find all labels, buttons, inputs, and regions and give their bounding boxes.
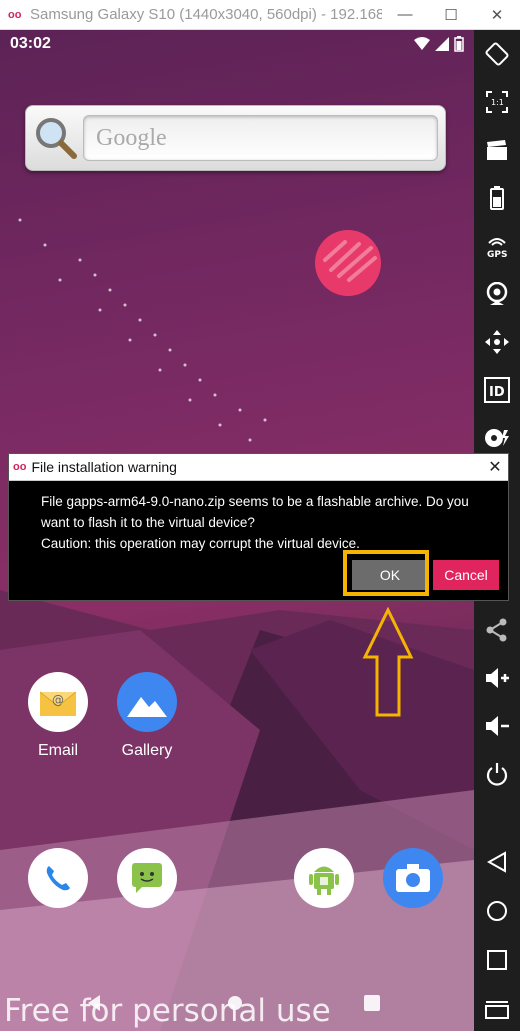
android-app-icon[interactable] <box>294 848 354 908</box>
wallpaper-sun <box>315 230 381 296</box>
power-icon[interactable] <box>474 754 520 794</box>
window-title: Samsung Galaxy S10 (1440x3040, 560dpi) -… <box>30 6 382 23</box>
messaging-app-icon[interactable] <box>117 848 177 908</box>
volume-down-icon[interactable] <box>474 706 520 746</box>
svg-text:@: @ <box>52 693 64 707</box>
wifi-icon <box>414 37 430 50</box>
search-input[interactable]: Google <box>83 115 438 161</box>
dialog-message-line: Caution: this operation may corrupt the … <box>41 536 360 551</box>
status-time: 03:02 <box>10 35 51 52</box>
search-icon <box>36 118 77 159</box>
battery-control-icon[interactable] <box>474 178 520 218</box>
webcam-icon[interactable] <box>474 274 520 314</box>
signal-icon <box>435 37 449 51</box>
media-icon[interactable] <box>474 418 520 458</box>
genymotion-logo-icon: oo <box>13 461 27 473</box>
phone-app-icon[interactable] <box>28 848 88 908</box>
minimize-button[interactable]: — <box>382 0 428 30</box>
google-search-widget[interactable]: Google <box>25 105 446 171</box>
screencast-icon[interactable] <box>474 130 520 170</box>
identity-icon[interactable]: ID <box>474 370 520 410</box>
home-icon[interactable] <box>474 891 520 931</box>
dialog-titlebar: oo File installation warning ✕ <box>9 454 508 481</box>
move-icon[interactable] <box>474 322 520 362</box>
camera-app-icon[interactable] <box>383 848 443 908</box>
highlight-arrow-icon <box>362 607 414 717</box>
rotate-icon[interactable] <box>474 34 520 74</box>
window-titlebar: oo Samsung Galaxy S10 (1440x3040, 560dpi… <box>0 0 520 30</box>
gallery-icon <box>117 672 177 732</box>
volume-up-icon[interactable] <box>474 658 520 698</box>
file-installation-warning-dialog: oo File installation warning ✕ File gapp… <box>8 453 509 601</box>
watermark-text: Free for personal use <box>4 993 331 1029</box>
fullscreen-icon[interactable]: 1:1 <box>474 82 520 122</box>
app-email[interactable]: @ Email <box>18 672 98 760</box>
search-placeholder: Google <box>96 125 167 151</box>
battery-icon <box>454 36 464 52</box>
menu-icon[interactable] <box>474 990 520 1030</box>
email-icon: @ <box>28 672 88 732</box>
dialog-title: File installation warning <box>31 459 177 475</box>
svg-text:GPS: GPS <box>487 250 507 259</box>
maximize-button[interactable]: ☐ <box>428 0 474 30</box>
share-icon[interactable] <box>474 610 520 650</box>
back-icon[interactable] <box>474 842 520 882</box>
svg-text:ID: ID <box>489 385 505 400</box>
cancel-button[interactable]: Cancel <box>433 560 499 590</box>
gps-icon[interactable]: GPS <box>474 226 520 266</box>
close-button[interactable]: ✕ <box>474 0 520 30</box>
ok-highlight-box <box>343 550 429 596</box>
genymotion-logo-icon: oo <box>8 8 22 21</box>
app-gallery[interactable]: Gallery <box>107 672 187 760</box>
status-bar: 03:02 <box>0 30 474 58</box>
dialog-message-line: File gapps-arm64-9.0-nano.zip seems to b… <box>41 494 469 509</box>
dialog-close-button[interactable]: ✕ <box>482 457 508 477</box>
dialog-message-line: want to flash it to the virtual device? <box>41 515 255 530</box>
recents-icon[interactable] <box>474 940 520 980</box>
app-label-gallery: Gallery <box>121 742 173 759</box>
app-label-email: Email <box>37 742 78 759</box>
dialog-message: File gapps-arm64-9.0-nano.zip seems to b… <box>41 491 501 554</box>
nav-recents-icon[interactable] <box>364 995 380 1011</box>
svg-text:1:1: 1:1 <box>491 98 504 107</box>
